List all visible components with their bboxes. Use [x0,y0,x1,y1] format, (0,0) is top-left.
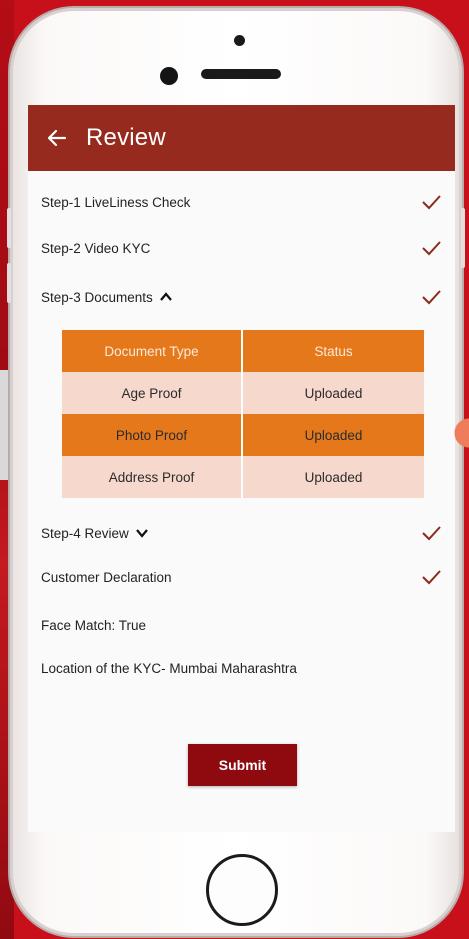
customer-declaration-row[interactable]: Customer Declaration [28,565,455,589]
page-title: Review [86,124,166,151]
volume-up-button [7,208,11,248]
chevron-down-icon[interactable] [135,526,149,540]
table-header-row: Document Type Status [62,330,424,372]
document-type-cell: Address Proof [62,456,243,498]
arrow-left-icon[interactable] [47,128,67,148]
location-text: Location of the KYC- Mumbai Maharashtra [41,661,297,676]
status-cell: Uploaded [242,414,424,456]
document-type-cell: Photo Proof [62,414,243,456]
status-cell: Uploaded [242,456,424,498]
step-2-label: Step-2 Video KYC [41,240,151,256]
column-header-document-type: Document Type [62,330,243,372]
app-screen: Review Step-1 LiveLiness Check Step-2 Vi… [28,105,455,832]
customer-declaration-label: Customer Declaration [41,569,172,585]
table-row: Age Proof Uploaded [62,372,424,414]
documents-table: Document Type Status Age Proof Uploaded … [62,330,424,498]
step-1-label: Step-1 LiveLiness Check [41,194,191,210]
status-cell: Uploaded [242,372,424,414]
step-2-row[interactable]: Step-2 Video KYC [28,236,455,260]
face-match-text: Face Match: True [41,618,147,633]
volume-down-button [7,263,11,303]
submit-button[interactable]: Submit [188,744,297,786]
step-4-label: Step-4 Review [41,525,129,541]
proximity-sensor [234,35,245,46]
table-row: Address Proof Uploaded [62,456,424,498]
checkmark-icon [420,522,442,544]
checkmark-icon [420,237,442,259]
app-bar: Review [28,105,455,171]
floating-indicator [441,415,469,451]
step-1-row[interactable]: Step-1 LiveLiness Check [28,190,455,214]
column-header-status: Status [242,330,424,372]
front-camera [160,67,178,85]
earpiece-speaker [201,69,281,79]
step-3-label: Step-3 Documents [41,289,153,305]
chevron-up-icon[interactable] [159,290,173,304]
step-3-row[interactable]: Step-3 Documents [28,285,455,309]
checkmark-icon [420,286,442,308]
document-type-cell: Age Proof [62,372,243,414]
checkmark-icon [420,566,442,588]
home-button[interactable] [206,854,278,926]
checkmark-icon [420,191,442,213]
step-4-row[interactable]: Step-4 Review [28,521,455,545]
power-button [461,208,465,268]
table-row: Photo Proof Uploaded [62,414,424,456]
background-panel [0,370,10,480]
